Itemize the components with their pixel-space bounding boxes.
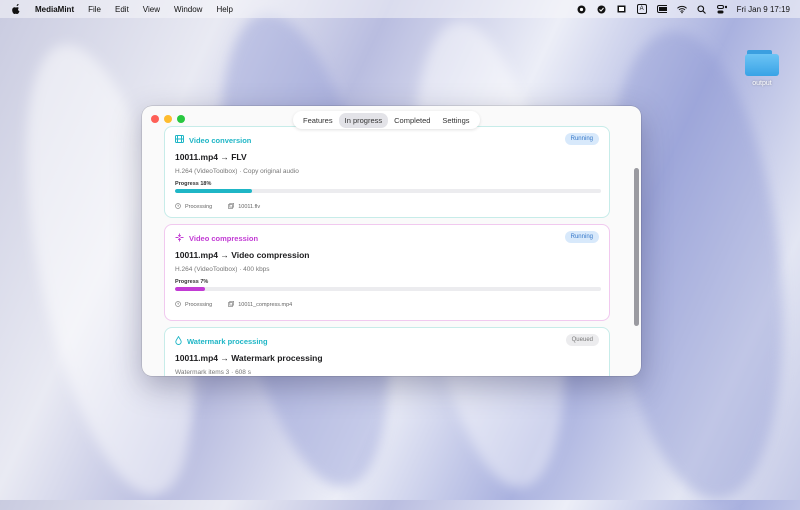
progress-fill [175,189,252,193]
task-state-label: Processing [185,302,213,308]
file-copy-icon [228,202,235,211]
tab-features[interactable]: Features [297,113,339,128]
task-title: 10011.mp4 → FLV [175,152,247,162]
minimize-button[interactable] [164,115,172,123]
input-source-indicator[interactable]: A [636,4,647,14]
compress-arrows-icon [175,233,184,244]
task-title: 10011.mp4 → Watermark processing [175,353,323,363]
task-subtitle: H.264 (VideoToolbox) · Copy original aud… [175,168,299,175]
task-meta: Processing 10011_compress.mp4 [175,300,293,309]
task-title: 10011.mp4 → Video compression [175,250,310,260]
task-subtitle: Watermark items 3 · 608 s [175,369,251,376]
control-center-icon[interactable] [716,4,727,14]
close-button[interactable] [151,115,159,123]
task-category-label: Video conversion [189,135,252,145]
zoom-button[interactable] [177,115,185,123]
progress-label: Progress 18% [175,181,212,187]
status-badge: Queued [565,334,599,346]
status-badge: Running [564,133,599,145]
app-window: Features In progress Completed Settings … [142,106,641,376]
task-list[interactable]: Video conversion Running 10011.mp4 → FLV… [142,106,641,376]
apple-icon[interactable] [11,4,21,14]
task-output: 10011_compress.mp4 [228,300,293,309]
task-category: Watermark processing [175,335,268,347]
menu-edit[interactable]: Edit [115,5,129,14]
clock-icon [175,203,181,211]
progress-bar [175,189,601,193]
task-category-label: Video compression [189,234,259,243]
menu-clock[interactable]: Fri Jan 9 17:19 [737,5,790,14]
tab-bar: Features In progress Completed Settings [293,111,480,129]
tab-in-progress[interactable]: In progress [338,112,389,128]
task-state: Processing [175,203,212,211]
menu-app-name[interactable]: MediaMint [35,5,74,14]
tab-settings[interactable]: Settings [436,113,475,128]
task-output-file: 10011_compress.mp4 [238,302,293,308]
task-meta: Processing 10011.flv [175,202,261,211]
task-output-file: 10011.flv [238,204,261,210]
progress-fill [175,287,205,291]
scrollbar[interactable] [634,168,639,326]
task-state-label: Processing [185,204,213,210]
window-controls [151,115,185,123]
progress-bar [175,287,601,291]
task-card[interactable]: Watermark processing Queued 10011.mp4 → … [164,327,610,376]
task-subtitle: H.264 (VideoToolbox) · 400 kbps [175,266,270,273]
task-category-label: Watermark processing [187,337,268,346]
file-copy-icon [228,300,235,309]
menu-window[interactable]: Window [174,5,202,14]
menu-bar: MediaMint File Edit View Window Help A F… [0,0,800,18]
task-card[interactable]: Video compression Running 10011.mp4 → Vi… [164,224,610,321]
droplet-icon [175,335,182,347]
menu-help[interactable]: Help [216,5,232,14]
record-icon[interactable] [577,4,587,14]
shield-status-icon[interactable] [597,4,607,14]
status-badge: Running [564,231,599,243]
search-icon[interactable] [697,4,707,14]
menu-file[interactable]: File [88,5,101,14]
film-icon [175,135,184,145]
task-category: Video compression [175,233,258,244]
wifi-icon[interactable] [676,4,687,14]
battery-icon[interactable] [656,4,667,14]
task-output: 10011.flv [228,202,261,211]
folder-icon [745,50,779,76]
clock-icon [175,301,181,309]
menu-view[interactable]: View [143,5,160,14]
display-icon[interactable] [617,4,627,14]
progress-label: Progress 7% [175,279,209,285]
task-card[interactable]: Video conversion Running 10011.mp4 → FLV… [164,126,610,218]
tab-completed[interactable]: Completed [388,113,436,128]
task-category: Video conversion [175,135,251,145]
desktop-folder-label: output [752,80,772,87]
desktop-folder[interactable]: output [743,50,781,87]
task-state: Processing [175,301,212,309]
